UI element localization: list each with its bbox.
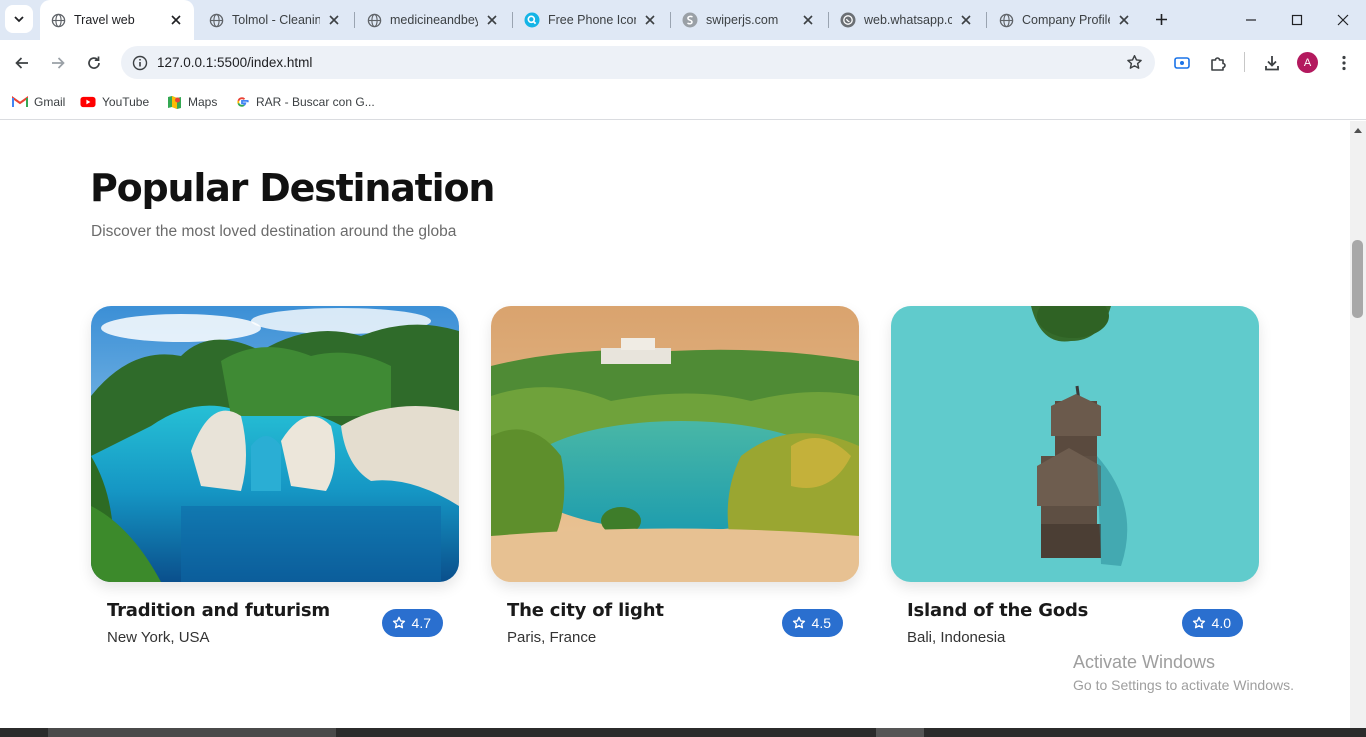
tab-free-phone-icon[interactable]: Free Phone Icon <box>514 0 668 40</box>
tab-title: Travel web <box>74 13 135 27</box>
star-icon <box>1192 616 1206 630</box>
destination-card[interactable]: Island of the Gods Bali, Indonesia 4.0 <box>891 306 1259 651</box>
tab-title: Free Phone Icon <box>548 13 636 27</box>
bookmark-gmail[interactable]: Gmail <box>12 93 65 111</box>
bookmarks-bar: Gmail YouTube Maps RAR - Buscar con G... <box>0 86 1366 120</box>
close-icon[interactable] <box>326 12 342 28</box>
section-subtitle: Discover the most loved destination arou… <box>91 223 457 240</box>
rating-badge: 4.0 <box>1181 609 1243 637</box>
rating-badge: 4.5 <box>781 609 843 637</box>
site-info-icon[interactable] <box>131 54 149 72</box>
plus-icon <box>1155 13 1167 25</box>
tab-title: medicineandbey <box>390 13 478 27</box>
tab-search-button[interactable] <box>5 5 33 33</box>
destination-image[interactable] <box>91 306 459 582</box>
maximize-icon <box>1291 14 1303 26</box>
new-tab-button[interactable] <box>1150 8 1172 30</box>
maximize-button[interactable] <box>1282 6 1312 34</box>
tab-title: Company Profile <box>1022 13 1110 27</box>
forward-button[interactable] <box>44 49 72 77</box>
tab-swiperjs[interactable]: swiperjs.com <box>672 0 826 40</box>
minimize-icon <box>1246 19 1256 21</box>
maps-icon <box>166 94 182 110</box>
close-icon[interactable] <box>484 12 500 28</box>
profile-avatar[interactable]: A <box>1297 52 1318 73</box>
arrow-right-icon <box>52 57 65 69</box>
destination-image[interactable] <box>491 306 859 582</box>
rating-value: 4.5 <box>811 615 831 631</box>
destination-name: Island of the Gods <box>907 600 1089 621</box>
close-icon <box>1337 14 1349 26</box>
bookmark-label: Gmail <box>34 95 66 109</box>
destination-location: Paris, France <box>507 629 597 646</box>
google-icon <box>234 94 250 110</box>
bookmark-label: Maps <box>188 95 218 109</box>
minimize-button[interactable] <box>1236 6 1266 34</box>
destination-location: New York, USA <box>107 629 210 646</box>
gmail-icon <box>12 94 28 110</box>
swiper-logo-icon <box>682 12 698 28</box>
browser-toolbar: 127.0.0.1:5500/index.html <box>0 40 1366 86</box>
tab-travel-web[interactable]: Travel web <box>40 0 194 40</box>
bookmark-maps[interactable]: Maps <box>166 93 217 111</box>
activate-windows-subtitle: Go to Settings to activate Windows. <box>1073 677 1294 693</box>
youtube-icon <box>80 94 96 110</box>
bookmark-star-icon[interactable] <box>1125 53 1143 71</box>
bookmark-youtube[interactable]: YouTube <box>80 93 149 111</box>
destination-card[interactable]: The city of light Paris, France 4.5 <box>491 306 859 651</box>
close-window-button[interactable] <box>1328 6 1358 34</box>
page-content: Popular Destination Discover the most lo… <box>0 121 1350 728</box>
rating-value: 4.0 <box>1211 615 1231 631</box>
destination-card[interactable]: Tradition and futurism New York, USA 4.7 <box>91 306 459 651</box>
bookmark-label: RAR - Buscar con G... <box>256 95 375 109</box>
reload-button[interactable] <box>80 49 108 77</box>
star-icon <box>392 616 406 630</box>
destination-name: The city of light <box>507 600 664 621</box>
kebab-menu-icon[interactable] <box>1332 51 1356 75</box>
globe-icon <box>998 12 1014 28</box>
globe-icon <box>50 12 66 28</box>
destination-image[interactable] <box>891 306 1259 582</box>
tab-tolmol[interactable]: Tolmol - Cleanin <box>198 0 352 40</box>
star-icon <box>792 616 806 630</box>
close-icon[interactable] <box>168 12 184 28</box>
close-icon[interactable] <box>1116 12 1132 28</box>
chevron-down-icon <box>14 16 24 23</box>
tab-title: Tolmol - Cleanin <box>232 13 320 27</box>
tab-title: swiperjs.com <box>706 13 779 27</box>
tab-title: web.whatsapp.c <box>864 13 952 27</box>
download-icon[interactable] <box>1260 51 1284 75</box>
close-icon[interactable] <box>958 12 974 28</box>
tab-whatsapp[interactable]: web.whatsapp.c <box>830 0 984 40</box>
tab-medicineandbey[interactable]: medicineandbey <box>356 0 510 40</box>
bookmark-label: YouTube <box>102 95 150 109</box>
reload-icon <box>88 56 100 69</box>
rating-badge: 4.7 <box>381 609 443 637</box>
close-icon[interactable] <box>642 12 658 28</box>
globe-icon <box>366 12 382 28</box>
bookmark-rar[interactable]: RAR - Buscar con G... <box>234 93 375 111</box>
screen-cast-icon[interactable] <box>1170 51 1194 75</box>
scrollbar-thumb[interactable] <box>1352 240 1363 318</box>
scroll-up-arrow-icon[interactable] <box>1350 123 1366 137</box>
search-logo-icon <box>524 12 540 28</box>
activate-windows-title: Activate Windows <box>1073 652 1216 672</box>
vertical-scrollbar[interactable] <box>1350 121 1366 728</box>
address-bar[interactable]: 127.0.0.1:5500/index.html <box>121 46 1155 79</box>
tab-strip: Travel web Tolmol - Cleanin medicineandb… <box>0 0 1366 40</box>
os-taskbar <box>0 728 1366 737</box>
rating-value: 4.7 <box>411 615 431 631</box>
arrow-left-icon <box>15 57 28 69</box>
tab-company-profile[interactable]: Company Profile <box>988 0 1142 40</box>
globe-icon <box>208 12 224 28</box>
destination-location: Bali, Indonesia <box>907 629 1006 646</box>
destination-name: Tradition and futurism <box>107 600 330 621</box>
extensions-icon[interactable] <box>1206 51 1230 75</box>
whatsapp-icon <box>840 12 856 28</box>
back-button[interactable] <box>8 49 36 77</box>
url-text[interactable]: 127.0.0.1:5500/index.html <box>157 55 312 70</box>
close-icon[interactable] <box>800 12 816 28</box>
section-title: Popular Destination <box>90 166 495 210</box>
